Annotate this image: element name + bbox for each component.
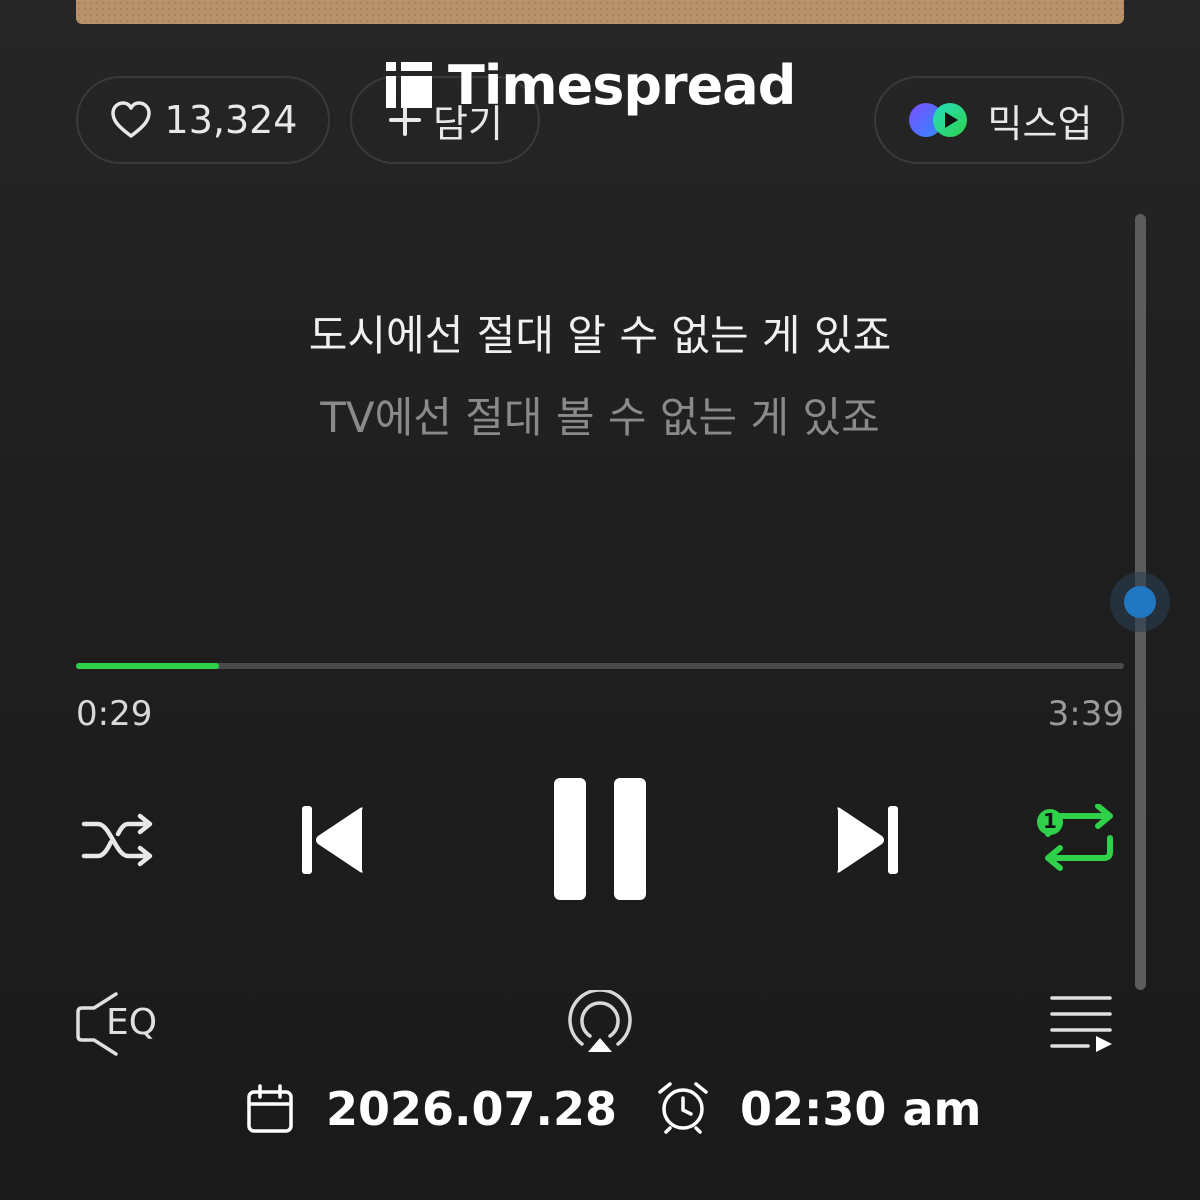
lyric-next-line[interactable]: TV에선 절대 볼 수 없는 게 있죠 [0,384,1200,445]
alarm-clock-icon [658,1082,708,1134]
like-count: 13,324 [164,98,298,142]
mixup-logo-icon [908,103,967,137]
album-art-edge [76,0,1124,24]
progress-fill [76,663,219,669]
airplay-icon[interactable] [564,990,636,1056]
pause-icon[interactable] [552,776,648,902]
skip-next-icon[interactable] [832,802,902,878]
mixup-label: 믹스업 [987,101,1093,146]
calendar-icon [247,1084,293,1133]
total-time: 3:39 [1047,694,1124,734]
playlist-icon[interactable] [1050,994,1114,1054]
mixup-button[interactable]: 믹스업 [874,76,1124,164]
overlay-time: 02:30 am [740,1082,982,1136]
overlay-date: 2026.07.28 [326,1082,618,1136]
like-button[interactable]: 13,324 [76,76,330,164]
brand-logo-icon [386,62,432,108]
eq-button[interactable]: EQ [76,990,166,1060]
heart-icon [110,101,151,138]
repeat-one-button[interactable]: 1 [1034,804,1120,874]
repeat-badge: 1 [1043,809,1057,833]
shuffle-icon[interactable] [80,810,156,870]
brand-watermark: Timespread [384,53,796,117]
lyric-current-line[interactable]: 도시에선 절대 알 수 없는 게 있죠 [0,302,1200,363]
progress-bar[interactable] [76,663,1124,669]
skip-previous-icon[interactable] [298,802,368,878]
eq-label: EQ [106,1002,158,1043]
elapsed-time: 0:29 [76,694,153,734]
scrollbar-thumb[interactable] [1124,586,1156,618]
brand-name: Timespread [448,53,796,117]
